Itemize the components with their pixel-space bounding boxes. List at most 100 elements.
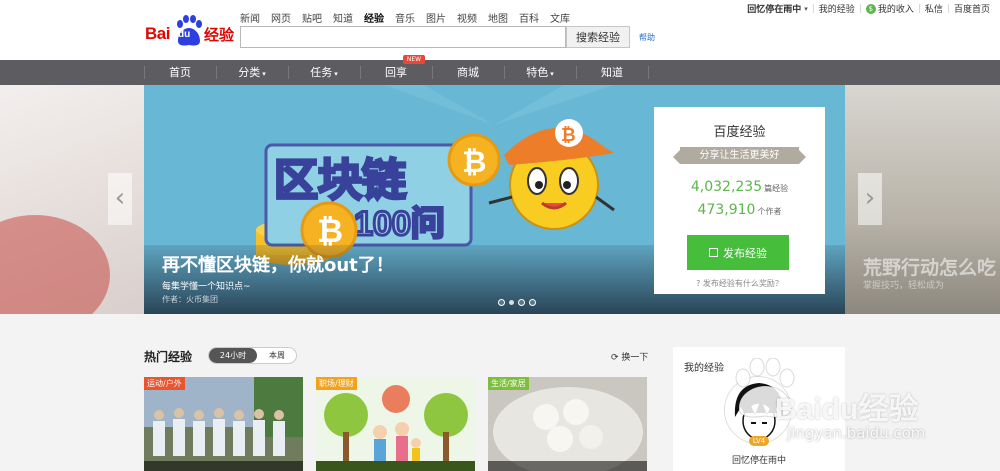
nav-tasks-label: 任务	[310, 66, 333, 79]
username-menu[interactable]: 回忆停在雨中	[747, 2, 801, 15]
nav-mall[interactable]: 商城	[432, 60, 504, 85]
nav-featured[interactable]: 特色 ▾	[504, 60, 576, 85]
category-tag: 职场/理财	[316, 377, 357, 390]
my-jingyan-title: 我的经验	[684, 363, 724, 374]
authors-stat: 473,910 个作者	[654, 202, 825, 218]
jingyan-promo-card: 百度经验 分享让生活更美好 4,032,235 篇经验 473,910 个作者 发布…	[654, 107, 825, 294]
nav-category[interactable]: 分类 ▾	[216, 60, 288, 85]
articles-count: 4,032,235	[690, 179, 763, 195]
next-slide-subtitle: 掌握技巧，轻松成为	[863, 281, 945, 291]
divider: |	[811, 3, 815, 14]
prev-arrow-icon[interactable]: ‹	[108, 173, 132, 225]
publish-button-label: 发布经验	[723, 246, 767, 260]
link-web[interactable]: 网页	[271, 10, 291, 25]
chevron-down-icon: ▾	[262, 70, 266, 78]
link-images[interactable]: 图片	[426, 10, 446, 25]
divider: |	[917, 3, 921, 14]
divider: |	[946, 3, 950, 14]
time-range-toggle: 24小时 本周	[208, 347, 297, 364]
nav-huixiang-label: 回享	[385, 66, 407, 79]
link-jingyan[interactable]: 经验	[364, 10, 384, 25]
coin-icon: $	[865, 3, 876, 14]
hot-card[interactable]: 职场/理财	[316, 377, 475, 471]
nav-zhidao-label: 知道	[601, 66, 623, 79]
baidu-jingyan-logo[interactable]: Bai du 经验	[145, 15, 237, 47]
tangyuan-food-image	[488, 377, 647, 471]
link-music[interactable]: 音乐	[395, 10, 415, 25]
refresh-button[interactable]: ⟳ 换一下	[611, 350, 648, 363]
new-badge: NEW	[403, 55, 425, 64]
nav-divider	[648, 66, 649, 79]
nav-mall-label: 商城	[457, 66, 479, 79]
logo-du-text: du	[178, 29, 191, 40]
hot-title: 热门经验	[144, 350, 193, 364]
baidu-jingyan-watermark: Baidu经验 jingyan.baidu.com	[727, 358, 1000, 468]
carousel-dot[interactable]	[509, 300, 514, 305]
watermark-url: jingyan.baidu.com	[787, 424, 926, 442]
reward-note-link[interactable]: ? 发布经验有什么奖励？	[654, 278, 825, 289]
nav-tasks[interactable]: 任务 ▾	[288, 60, 360, 85]
nav-category-label: 分类	[238, 66, 261, 79]
authors-unit: 个作者	[757, 207, 782, 216]
link-video[interactable]: 视频	[457, 10, 477, 25]
carousel-dots	[498, 299, 536, 306]
my-income-link[interactable]: 我的收入	[878, 2, 914, 15]
messages-link[interactable]: 私信	[925, 2, 943, 15]
banner-title[interactable]: 再不懂区块链，你就out了！	[162, 251, 394, 277]
link-news[interactable]: 新闻	[240, 10, 260, 25]
publish-button[interactable]: 发布经验	[687, 235, 789, 270]
link-map[interactable]: 地图	[488, 10, 508, 25]
divider: |	[858, 3, 862, 14]
svg-text:₿: ₿	[561, 125, 576, 145]
my-jingyan-link[interactable]: 我的经验	[819, 2, 855, 15]
carousel-dot[interactable]	[498, 299, 505, 306]
main-nav: 首页 分类 ▾ 任务 ▾ 回享 商城 特色 ▾ 知道	[0, 60, 1000, 85]
hot-card[interactable]: 运动/户外	[144, 377, 303, 471]
link-baike[interactable]: 百科	[519, 10, 539, 25]
edit-icon	[709, 248, 718, 257]
tab-24h[interactable]: 24小时	[209, 348, 257, 363]
chevron-down-icon: ▾	[334, 70, 338, 78]
card-caption-bar	[144, 461, 303, 471]
next-arrow-icon[interactable]: ›	[858, 173, 882, 225]
svg-text:₿: ₿	[462, 146, 486, 179]
hot-card[interactable]: 生活/家居	[488, 377, 647, 471]
articles-unit: 篇经验	[764, 184, 789, 193]
help-link[interactable]: 帮助	[639, 32, 655, 43]
articles-stat: 4,032,235 篇经验	[654, 179, 825, 195]
reward-note-text: 发布经验有什么奖励？	[702, 279, 783, 288]
link-tieba[interactable]: 贴吧	[302, 10, 322, 25]
next-slide-title: 荒野行动怎么吃	[863, 257, 997, 279]
link-wenku[interactable]: 文库	[550, 10, 570, 25]
authors-count: 473,910	[697, 202, 756, 218]
card-caption-bar	[316, 461, 475, 471]
search-input[interactable]	[240, 26, 566, 48]
tab-week[interactable]: 本周	[259, 348, 295, 363]
outdoor-group-photo	[144, 377, 303, 471]
chevron-down-icon: ▾	[550, 70, 554, 78]
chevron-down-icon[interactable]: ▾	[804, 5, 808, 13]
product-links: 新闻 网页 贴吧 知道 经验 音乐 图片 视频 地图 百科 文库	[240, 10, 581, 25]
carousel-dot[interactable]	[529, 299, 536, 306]
promo-slogan: 分享让生活更美好	[673, 147, 806, 164]
logo-jingyan-text: 经验	[204, 26, 235, 44]
nav-home-label: 首页	[169, 66, 191, 79]
refresh-label: 换一下	[621, 353, 649, 363]
search-button[interactable]: 搜索经验	[566, 26, 630, 48]
banner-slide[interactable]: 区块链 100问 ₿ ₿ ₿ 再不懂区块链，你就out了！ 每集学懂一个知识点~…	[144, 85, 845, 314]
banner-subtitle: 每集学懂一个知识点~	[162, 282, 251, 292]
nav-home[interactable]: 首页	[144, 60, 216, 85]
svg-text:₿: ₿	[317, 213, 343, 249]
nav-featured-label: 特色	[526, 66, 549, 79]
user-bar: 回忆停在雨中 ▾ | 我的经验 | $ 我的收入 | 私信 | 百度首页	[747, 2, 990, 15]
carousel-dot[interactable]	[518, 299, 525, 306]
promo-title: 百度经验	[713, 125, 766, 140]
category-tag: 生活/家居	[488, 377, 529, 390]
nav-zhidao[interactable]: 知道	[576, 60, 648, 85]
graphic-subtitle: 100问	[354, 205, 445, 243]
baidu-home-link[interactable]: 百度首页	[954, 2, 990, 15]
refresh-icon: ⟳	[611, 353, 622, 363]
banner-carousel: 荒野行动怎么吃 掌握技巧，轻松成为 区块链 100问 ₿ ₿ ₿ 再不懂区块链，…	[0, 85, 1000, 314]
link-zhidao[interactable]: 知道	[333, 10, 353, 25]
category-tag: 运动/户外	[144, 377, 185, 390]
